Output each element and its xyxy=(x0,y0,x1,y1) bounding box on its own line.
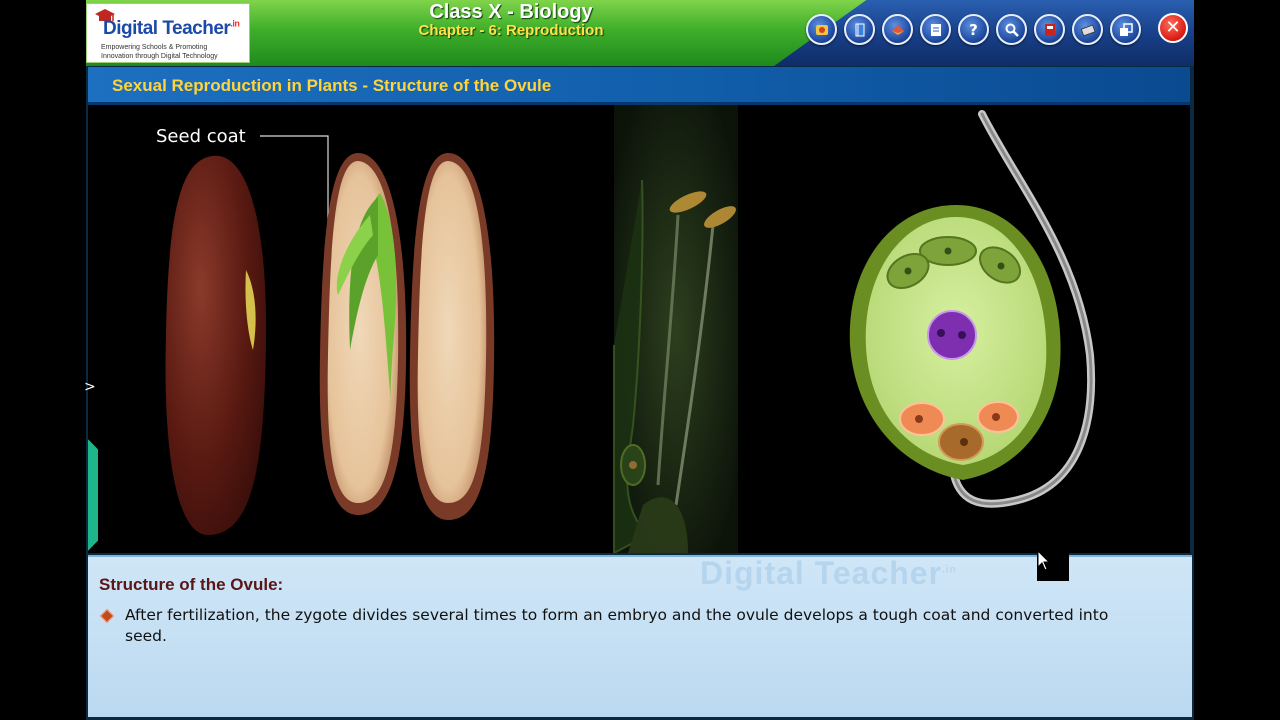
close-icon: ✕ xyxy=(1165,17,1181,38)
search-icon xyxy=(1005,23,1019,37)
seed-right-half xyxy=(409,153,495,520)
help-button[interactable]: ? xyxy=(958,14,989,45)
digital-teacher-logo: Digital Teacher.in Empowering Schools & … xyxy=(86,3,250,63)
close-button[interactable]: ✕ xyxy=(1158,13,1188,43)
chapter-subtitle: Chapter - 6: Reproduction xyxy=(418,22,604,39)
glossary-button[interactable] xyxy=(1034,14,1065,45)
seed-coat-label: Seed coat xyxy=(156,126,246,147)
fullscreen-icon xyxy=(1119,22,1133,36)
fullscreen-button[interactable] xyxy=(1110,14,1141,45)
app-window: Digital Teacher.in Empowering Schools & … xyxy=(86,0,1194,720)
book-icon xyxy=(855,23,864,36)
mouse-cursor-icon xyxy=(1037,550,1051,571)
help-icon: ? xyxy=(969,20,978,39)
worksheet-icon xyxy=(930,23,941,36)
logo-tagline: Empowering Schools & Promoting xyxy=(101,44,208,51)
animation-stage: Seed coat xyxy=(88,105,1190,553)
tools-button[interactable] xyxy=(1072,14,1103,45)
worksheet-button[interactable] xyxy=(920,14,951,45)
home-icon xyxy=(815,24,828,35)
ovule-illustration: Seed coat xyxy=(156,105,1190,553)
info-bullet-text: After fertilization, the zygote divides … xyxy=(125,606,1109,645)
toolbar: ? xyxy=(806,14,1141,50)
watermark: Digital Teacher.in xyxy=(700,555,957,591)
side-panel-tab[interactable] xyxy=(88,435,98,553)
page-title: Class X - Biology xyxy=(429,1,593,23)
section-title-bar: Sexual Reproduction in Plants - Structur… xyxy=(88,67,1190,105)
book-button[interactable] xyxy=(844,14,875,45)
logo-tagline: Innovation through Digital Technology xyxy=(101,53,218,60)
notes-icon xyxy=(891,24,904,35)
notes-button[interactable] xyxy=(882,14,913,45)
section-title: Sexual Reproduction in Plants - Structur… xyxy=(112,76,552,95)
header-bar: Digital Teacher.in Empowering Schools & … xyxy=(86,0,1194,66)
logo-brand: Digital Teacher.in xyxy=(103,18,240,39)
title-block: Class X - Biology Chapter - 6: Reproduct… xyxy=(326,0,696,39)
info-heading: Structure of the Ovule: xyxy=(99,575,284,594)
side-tab-arrow-icon: > xyxy=(84,379,96,395)
home-button[interactable] xyxy=(806,14,837,45)
bullet-icon xyxy=(99,608,115,624)
info-panel: Digital Teacher.in Structure of the Ovul… xyxy=(88,555,1192,717)
glossary-icon xyxy=(1044,23,1055,36)
ovule-diagram xyxy=(738,110,1190,544)
tools-icon xyxy=(1080,24,1096,36)
bean-seed xyxy=(165,155,267,535)
search-button[interactable] xyxy=(996,14,1027,45)
seed-coat-pointer xyxy=(260,135,329,235)
seed-left-half xyxy=(319,153,407,515)
